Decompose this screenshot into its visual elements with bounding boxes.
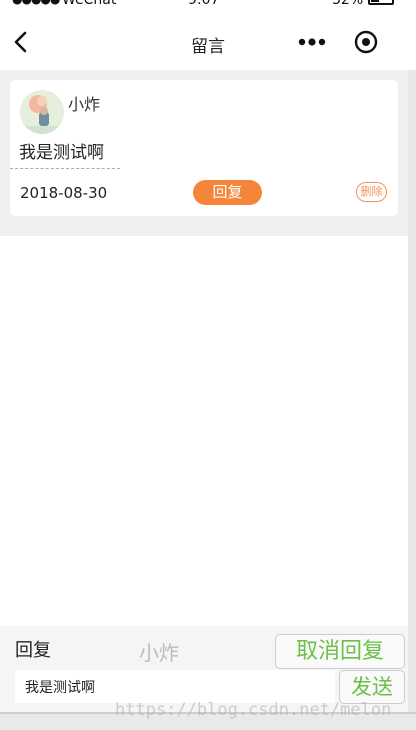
reply-input[interactable]	[15, 670, 335, 703]
comment-username: 小炸	[68, 95, 101, 114]
delete-button[interactable]: 删除	[356, 182, 387, 202]
carrier-name: WeChat	[62, 0, 117, 8]
nav-bar: 留言	[0, 18, 416, 68]
reply-bar-label: 回复	[15, 640, 51, 661]
avatar[interactable]	[20, 90, 64, 134]
signal-icon: ●●●●●	[12, 0, 60, 6]
comment-card: 小炸 我是测试啊 2018-08-30 回复 删除	[10, 80, 398, 216]
status-time: 9:07	[188, 0, 220, 8]
bottom-edge	[0, 712, 416, 730]
cancel-reply-button[interactable]: 取消回复	[275, 634, 405, 669]
more-dots-icon[interactable]	[296, 30, 330, 54]
status-bar: ●●●●● WeChat 9:07 32%	[0, 0, 416, 8]
comment-message: 我是测试啊	[19, 143, 104, 163]
reply-button[interactable]: 回复	[193, 180, 262, 205]
scroll-edge	[408, 70, 416, 730]
back-arrow-icon[interactable]	[10, 28, 34, 56]
battery-icon	[368, 0, 394, 5]
comment-date: 2018-08-30	[20, 184, 108, 202]
divider	[10, 168, 120, 169]
reply-bar: 回复 小炸 取消回复 发送	[0, 626, 408, 712]
battery-percent: 32%	[332, 0, 364, 8]
comment-list: 小炸 我是测试啊 2018-08-30 回复 删除	[0, 70, 408, 236]
send-button[interactable]: 发送	[339, 670, 405, 704]
close-target-icon[interactable]	[352, 28, 380, 56]
reply-target-name: 小炸	[139, 641, 179, 665]
